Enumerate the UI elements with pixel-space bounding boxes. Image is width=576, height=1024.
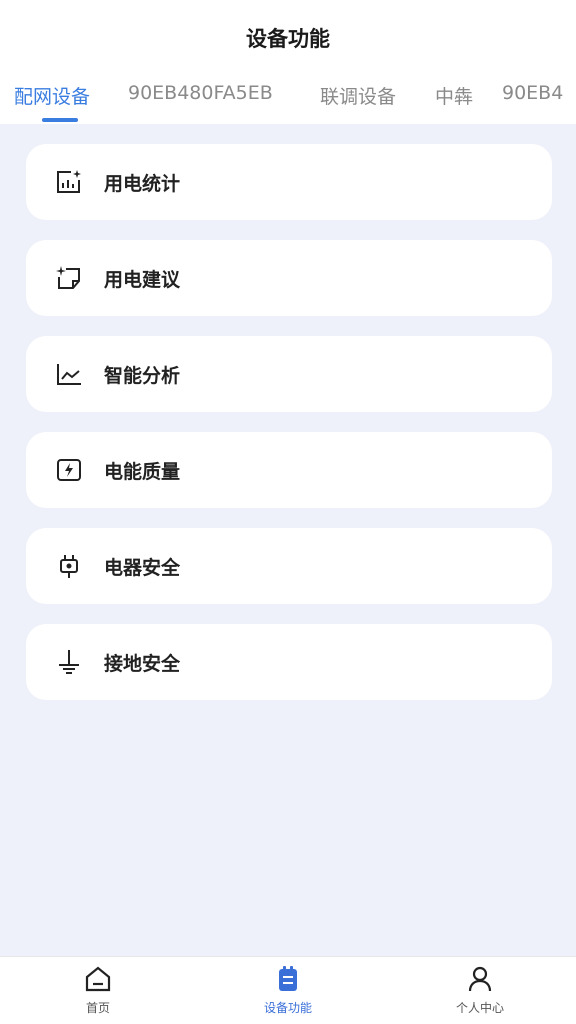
tab-device-90eb480fa5eb[interactable]: 90EB480FA5EB <box>128 82 273 104</box>
feature-label: 用电统计 <box>104 172 181 195</box>
nav-profile-label: 个人中心 <box>455 1001 504 1015</box>
nav-home[interactable]: 首页 <box>38 963 158 1023</box>
nav-home-label: 首页 <box>85 1001 110 1015</box>
feature-card-smart-analysis[interactable]: 智能分析 <box>26 336 552 412</box>
feature-label: 用电建议 <box>104 268 181 291</box>
bar-chart-sparkle-icon <box>54 167 84 197</box>
feature-card-power-quality[interactable]: 电能质量 <box>26 432 552 508</box>
bottom-nav: 首页 设备功能 个人中心 <box>0 956 576 1024</box>
feature-card-power-statistics[interactable]: 用电统计 <box>26 144 552 220</box>
note-sparkle-icon <box>54 263 84 293</box>
feature-list: 用电统计 用电建议 智能分析 电能质量 电器安全 接地安全 <box>0 124 576 956</box>
active-tab-indicator <box>42 118 78 122</box>
feature-card-power-advice[interactable]: 用电建议 <box>26 240 552 316</box>
feature-card-appliance-safety[interactable]: 电器安全 <box>26 528 552 604</box>
lightning-box-icon <box>54 455 84 485</box>
app-header: 设备功能 <box>0 0 576 76</box>
feature-label: 接地安全 <box>104 652 181 675</box>
tab-device-90eb4[interactable]: 90EB4 <box>502 82 563 104</box>
page-title: 设备功能 <box>246 27 330 51</box>
nav-profile[interactable]: 个人中心 <box>420 963 540 1023</box>
line-chart-icon <box>54 359 84 389</box>
tab-joint-debug-device[interactable]: 联调设备 <box>320 82 396 109</box>
clipboard-icon <box>272 963 304 995</box>
ground-icon <box>54 647 84 677</box>
home-icon <box>82 963 114 995</box>
device-tabs: 配网设备 90EB480FA5EB 联调设备 中犇 90EB4 <box>0 70 576 124</box>
plug-icon <box>54 551 84 581</box>
feature-label: 电器安全 <box>104 556 181 579</box>
tab-pairing-device[interactable]: 配网设备 <box>14 82 90 109</box>
feature-label: 智能分析 <box>104 364 181 387</box>
tab-zhongben[interactable]: 中犇 <box>435 82 473 109</box>
feature-card-ground-safety[interactable]: 接地安全 <box>26 624 552 700</box>
nav-device-functions[interactable]: 设备功能 <box>228 963 348 1023</box>
user-icon <box>464 963 496 995</box>
nav-device-functions-label: 设备功能 <box>263 1001 312 1015</box>
feature-label: 电能质量 <box>104 460 181 483</box>
